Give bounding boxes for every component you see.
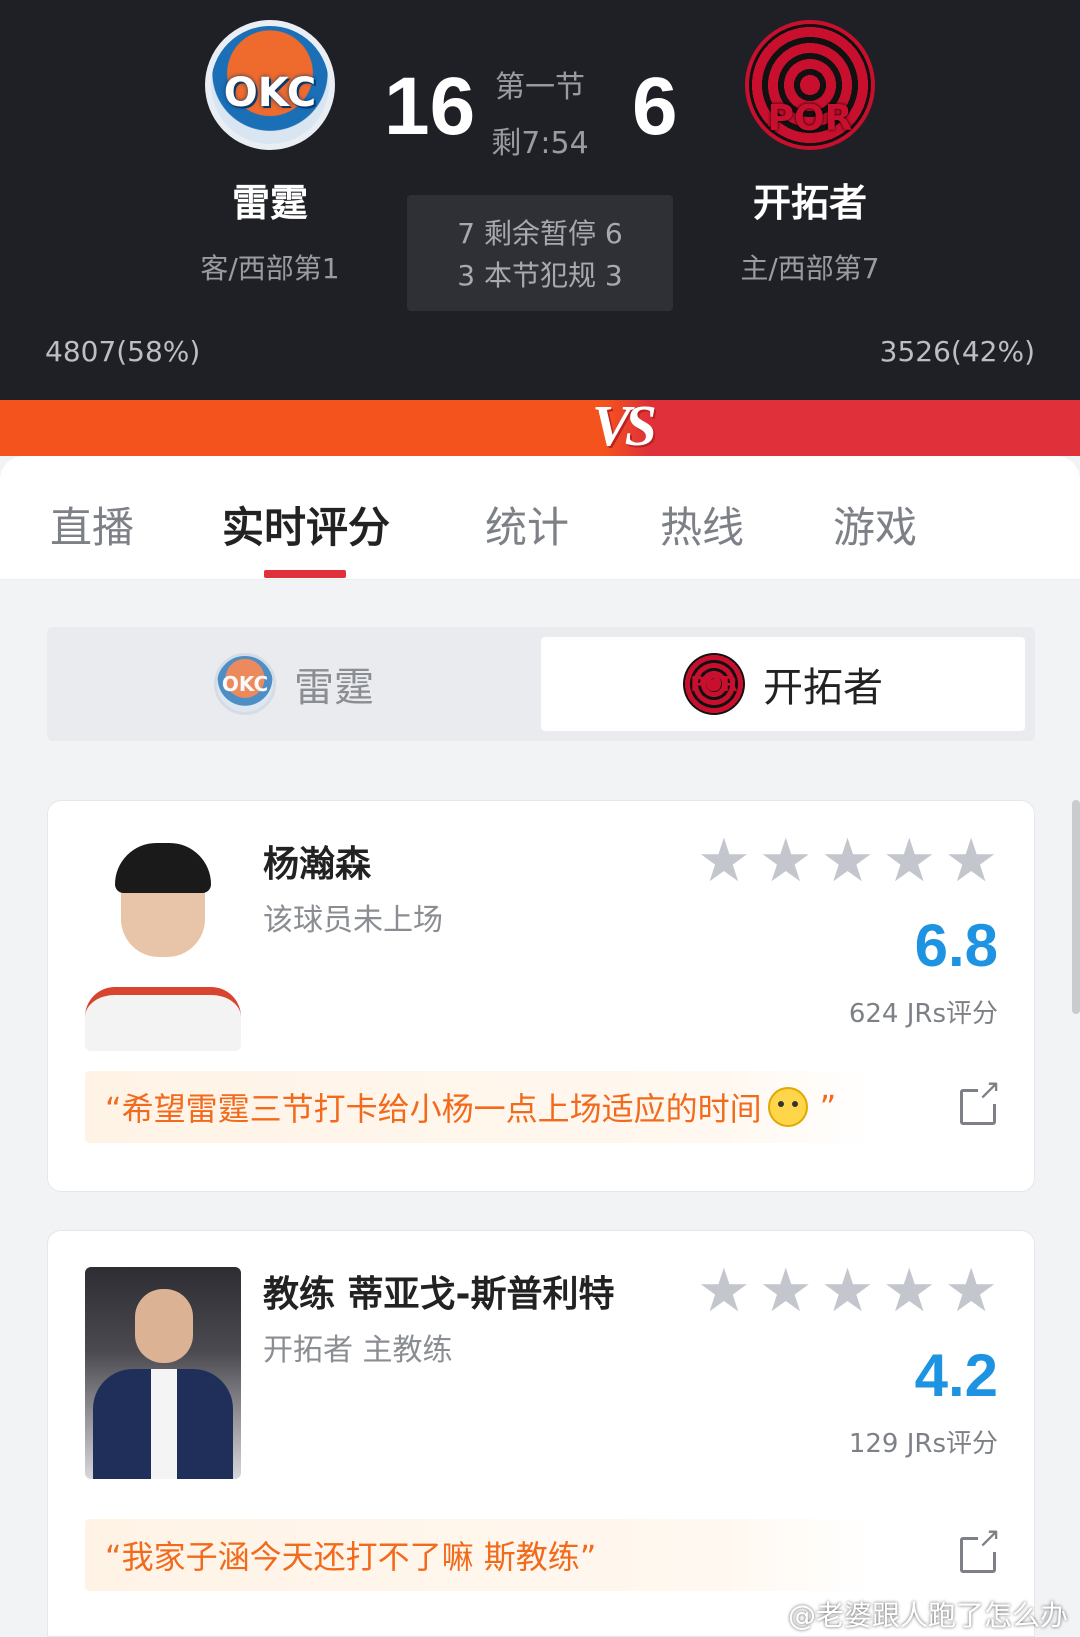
tab-live-rating[interactable]: 实时评分 [222,494,390,555]
team-toggle: OKC 雷霆 POR 开拓者 [47,627,1035,741]
coach-name: 教练 蒂亚戈-斯普利特 [263,1274,615,1315]
comment-close-quote: ” [819,1088,837,1126]
tab-hotline[interactable]: 热线 [660,494,744,555]
away-support-count: 4807(58%) [45,335,201,368]
away-team[interactable]: OKC 雷霆 客/西部第1 [120,20,420,287]
tab-bar: 直播 实时评分 统计 热线 游戏 [0,456,1080,580]
vs-badge: VS [592,393,657,458]
rating-count: 624 JRs评分 [848,999,998,1029]
player-avatar [85,839,241,1051]
home-team[interactable]: POR 开拓者 主/西部第7 [660,20,960,287]
tab-live[interactable]: 直播 [50,494,134,555]
tab-games[interactable]: 游戏 [833,494,917,555]
star-icon[interactable]: ★ [882,831,936,891]
star-icon[interactable]: ★ [759,1261,813,1321]
star-icon[interactable]: ★ [944,1261,998,1321]
away-team-name: 雷霆 [231,181,308,225]
comment-text: “希望雷霆三节打卡给小杨一点上场适应的时间 [105,1090,762,1128]
coach-avatar [85,1267,241,1479]
game-info-box: 7 剩余暂停 6 3 本节犯规 3 [407,195,673,311]
scrollbar[interactable] [1072,800,1080,1014]
home-team-name: 开拓者 [752,181,867,225]
star-icon[interactable]: ★ [944,831,998,891]
okc-logo: OKC [205,20,335,150]
star-icon[interactable]: ★ [697,1261,751,1321]
toggle-okc-label: 雷霆 [294,665,374,711]
player-rating-card[interactable]: 杨瀚森 该球员未上场 ★ ★ ★ ★ ★ 6.8 624 JRs评分 “希望雷霆… [47,800,1035,1192]
comment-text: “我家子涵今天还打不了嘛 斯教练” [105,1538,597,1576]
active-tab-indicator [264,570,346,578]
scoreboard: OKC 雷霆 客/西部第1 16 第一节 剩7:54 6 POR 开拓者 主/西… [0,0,1080,400]
period-label: 第一节 [495,70,585,105]
share-icon[interactable] [960,1076,1001,1125]
toggle-por-label: 开拓者 [763,665,883,711]
por-logo: POR [745,20,875,150]
share-icon[interactable] [960,1524,1001,1573]
star-icon[interactable]: ★ [882,1261,936,1321]
player-name: 杨瀚森 [263,844,372,885]
toggle-por[interactable]: POR 开拓者 [541,637,1025,731]
star-rating[interactable]: ★ ★ ★ ★ ★ [697,831,998,891]
game-clock: 剩7:54 [491,126,589,161]
player-status: 该球员未上场 [263,903,443,938]
okc-logo-icon: OKC [214,653,276,715]
rating-score: 6.8 [914,912,998,979]
home-support-count: 3526(42%) [879,335,1035,368]
home-team-standing: 主/西部第7 [740,252,880,285]
away-team-standing: 客/西部第1 [200,252,340,285]
timeouts-line: 7 剩余暂停 6 [457,217,623,250]
coach-role: 开拓者 主教练 [263,1333,453,1368]
rating-count: 129 JRs评分 [848,1429,998,1459]
away-score: 16 [384,61,476,152]
tab-stats[interactable]: 统计 [485,494,569,555]
star-icon[interactable]: ★ [697,831,751,891]
star-icon[interactable]: ★ [821,1261,875,1321]
period-info: 第一节 剩7:54 [470,60,610,172]
top-comment[interactable]: “希望雷霆三节打卡给小杨一点上场适应的时间 ” [85,1071,875,1143]
support-ratio-bar [0,400,1080,456]
toggle-okc[interactable]: OKC 雷霆 [47,627,541,741]
watermark: @老婆跟人跑了怎么办 [787,1599,1068,1632]
smiley-emoji-icon [767,1087,808,1127]
top-comment[interactable]: “我家子涵今天还打不了嘛 斯教练” [85,1519,875,1591]
por-logo-icon: POR [683,653,745,715]
star-icon[interactable]: ★ [759,831,813,891]
rating-score: 4.2 [914,1342,998,1409]
star-icon[interactable]: ★ [821,831,875,891]
coach-rating-card[interactable]: 教练 蒂亚戈-斯普利特 开拓者 主教练 ★ ★ ★ ★ ★ 4.2 129 JR… [47,1230,1035,1637]
star-rating[interactable]: ★ ★ ★ ★ ★ [697,1261,998,1321]
fouls-line: 3 本节犯规 3 [457,259,623,292]
